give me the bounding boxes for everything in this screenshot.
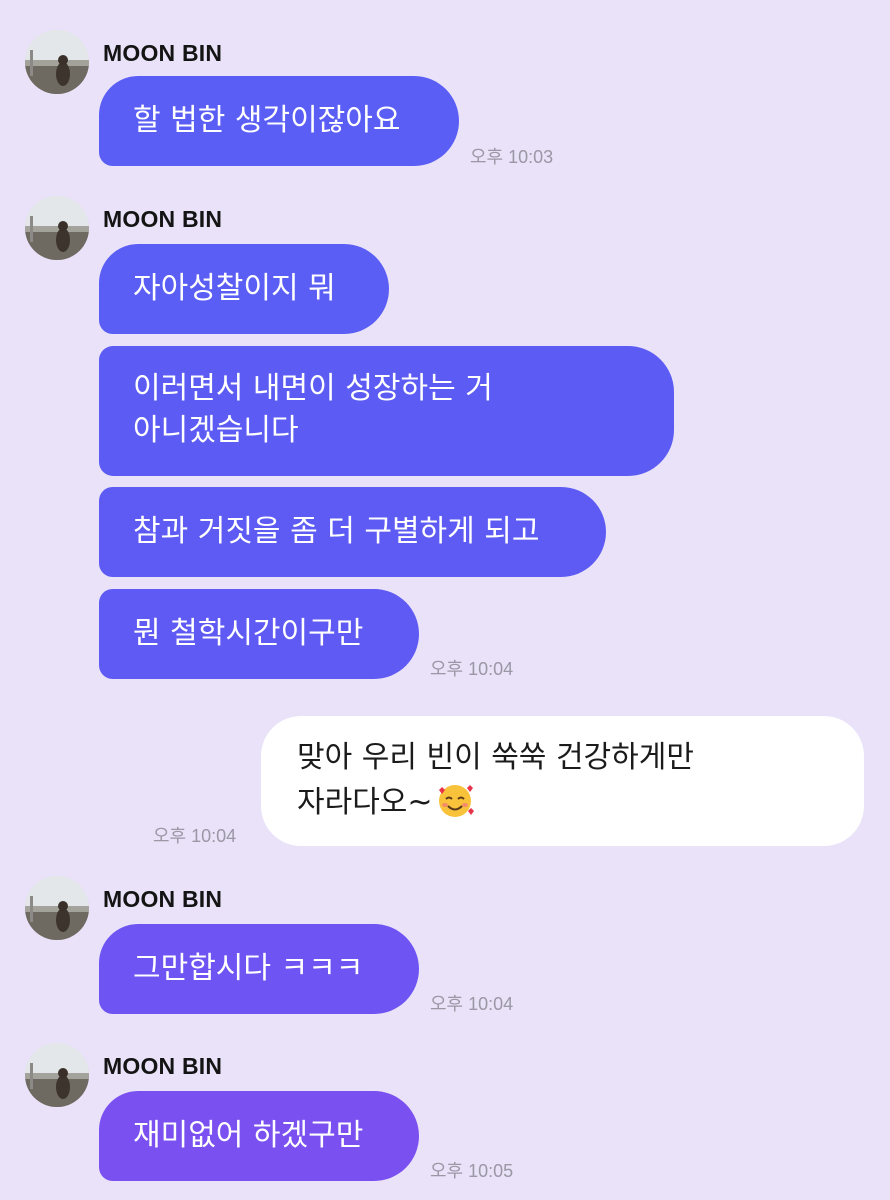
- sender-name: MOON BIN: [103, 886, 223, 912]
- message-text: 아니겠습니다: [133, 413, 299, 448]
- message-bubble[interactable]: 재미없어 하겠구만: [99, 1091, 419, 1181]
- sender-name: MOON BIN: [103, 40, 223, 66]
- smiling-face-with-hearts-icon: [435, 780, 475, 820]
- message-time: 오후 10:03: [470, 147, 554, 167]
- message-bubble[interactable]: 이러면서 내면이 성장하는 거 아니겠습니다: [99, 346, 674, 476]
- avatar[interactable]: [25, 1043, 89, 1107]
- sender-name: MOON BIN: [103, 206, 223, 232]
- message-bubble[interactable]: 그만합시다 ㅋㅋㅋ: [99, 924, 419, 1014]
- avatar[interactable]: [25, 196, 89, 260]
- chat-thread: MOON BIN 할 법한 생각이잖아요 오후 10:03 MOON BIN 자…: [0, 0, 890, 1200]
- message-time: 오후 10:04: [430, 659, 514, 679]
- message-text: 이러면서 내면이 성장하는 거: [133, 371, 493, 406]
- message-time: 오후 10:05: [430, 1161, 514, 1181]
- avatar[interactable]: [25, 876, 89, 940]
- message-time: 오후 10:04: [153, 826, 237, 846]
- message-bubble[interactable]: 할 법한 생각이잖아요: [99, 76, 459, 166]
- message-text: 맞아 우리 빈이 쑥쑥 건강하게만: [297, 740, 694, 775]
- message-bubble[interactable]: 자아성찰이지 뭐: [99, 244, 389, 334]
- message-time: 오후 10:04: [430, 994, 514, 1014]
- message-bubble[interactable]: 참과 거짓을 좀 더 구별하게 되고: [99, 487, 606, 577]
- sender-name: MOON BIN: [103, 1053, 223, 1079]
- message-text: 뭔 철학시간이구만: [133, 616, 364, 651]
- message-text: 자라다오~: [297, 785, 433, 820]
- message-bubble[interactable]: 뭔 철학시간이구만: [99, 589, 419, 679]
- message-text: 할 법한 생각이잖아요: [133, 103, 401, 138]
- message-text: 그만합시다 ㅋㅋㅋ: [133, 951, 364, 986]
- my-message-bubble[interactable]: 맞아 우리 빈이 쑥쑥 건강하게만 자라다오~: [261, 716, 864, 846]
- message-text: 자아성찰이지 뭐: [133, 271, 336, 306]
- message-text: 재미없어 하겠구만: [133, 1118, 364, 1153]
- message-text: 참과 거짓을 좀 더 구별하게 되고: [133, 514, 540, 549]
- avatar[interactable]: [25, 30, 89, 94]
